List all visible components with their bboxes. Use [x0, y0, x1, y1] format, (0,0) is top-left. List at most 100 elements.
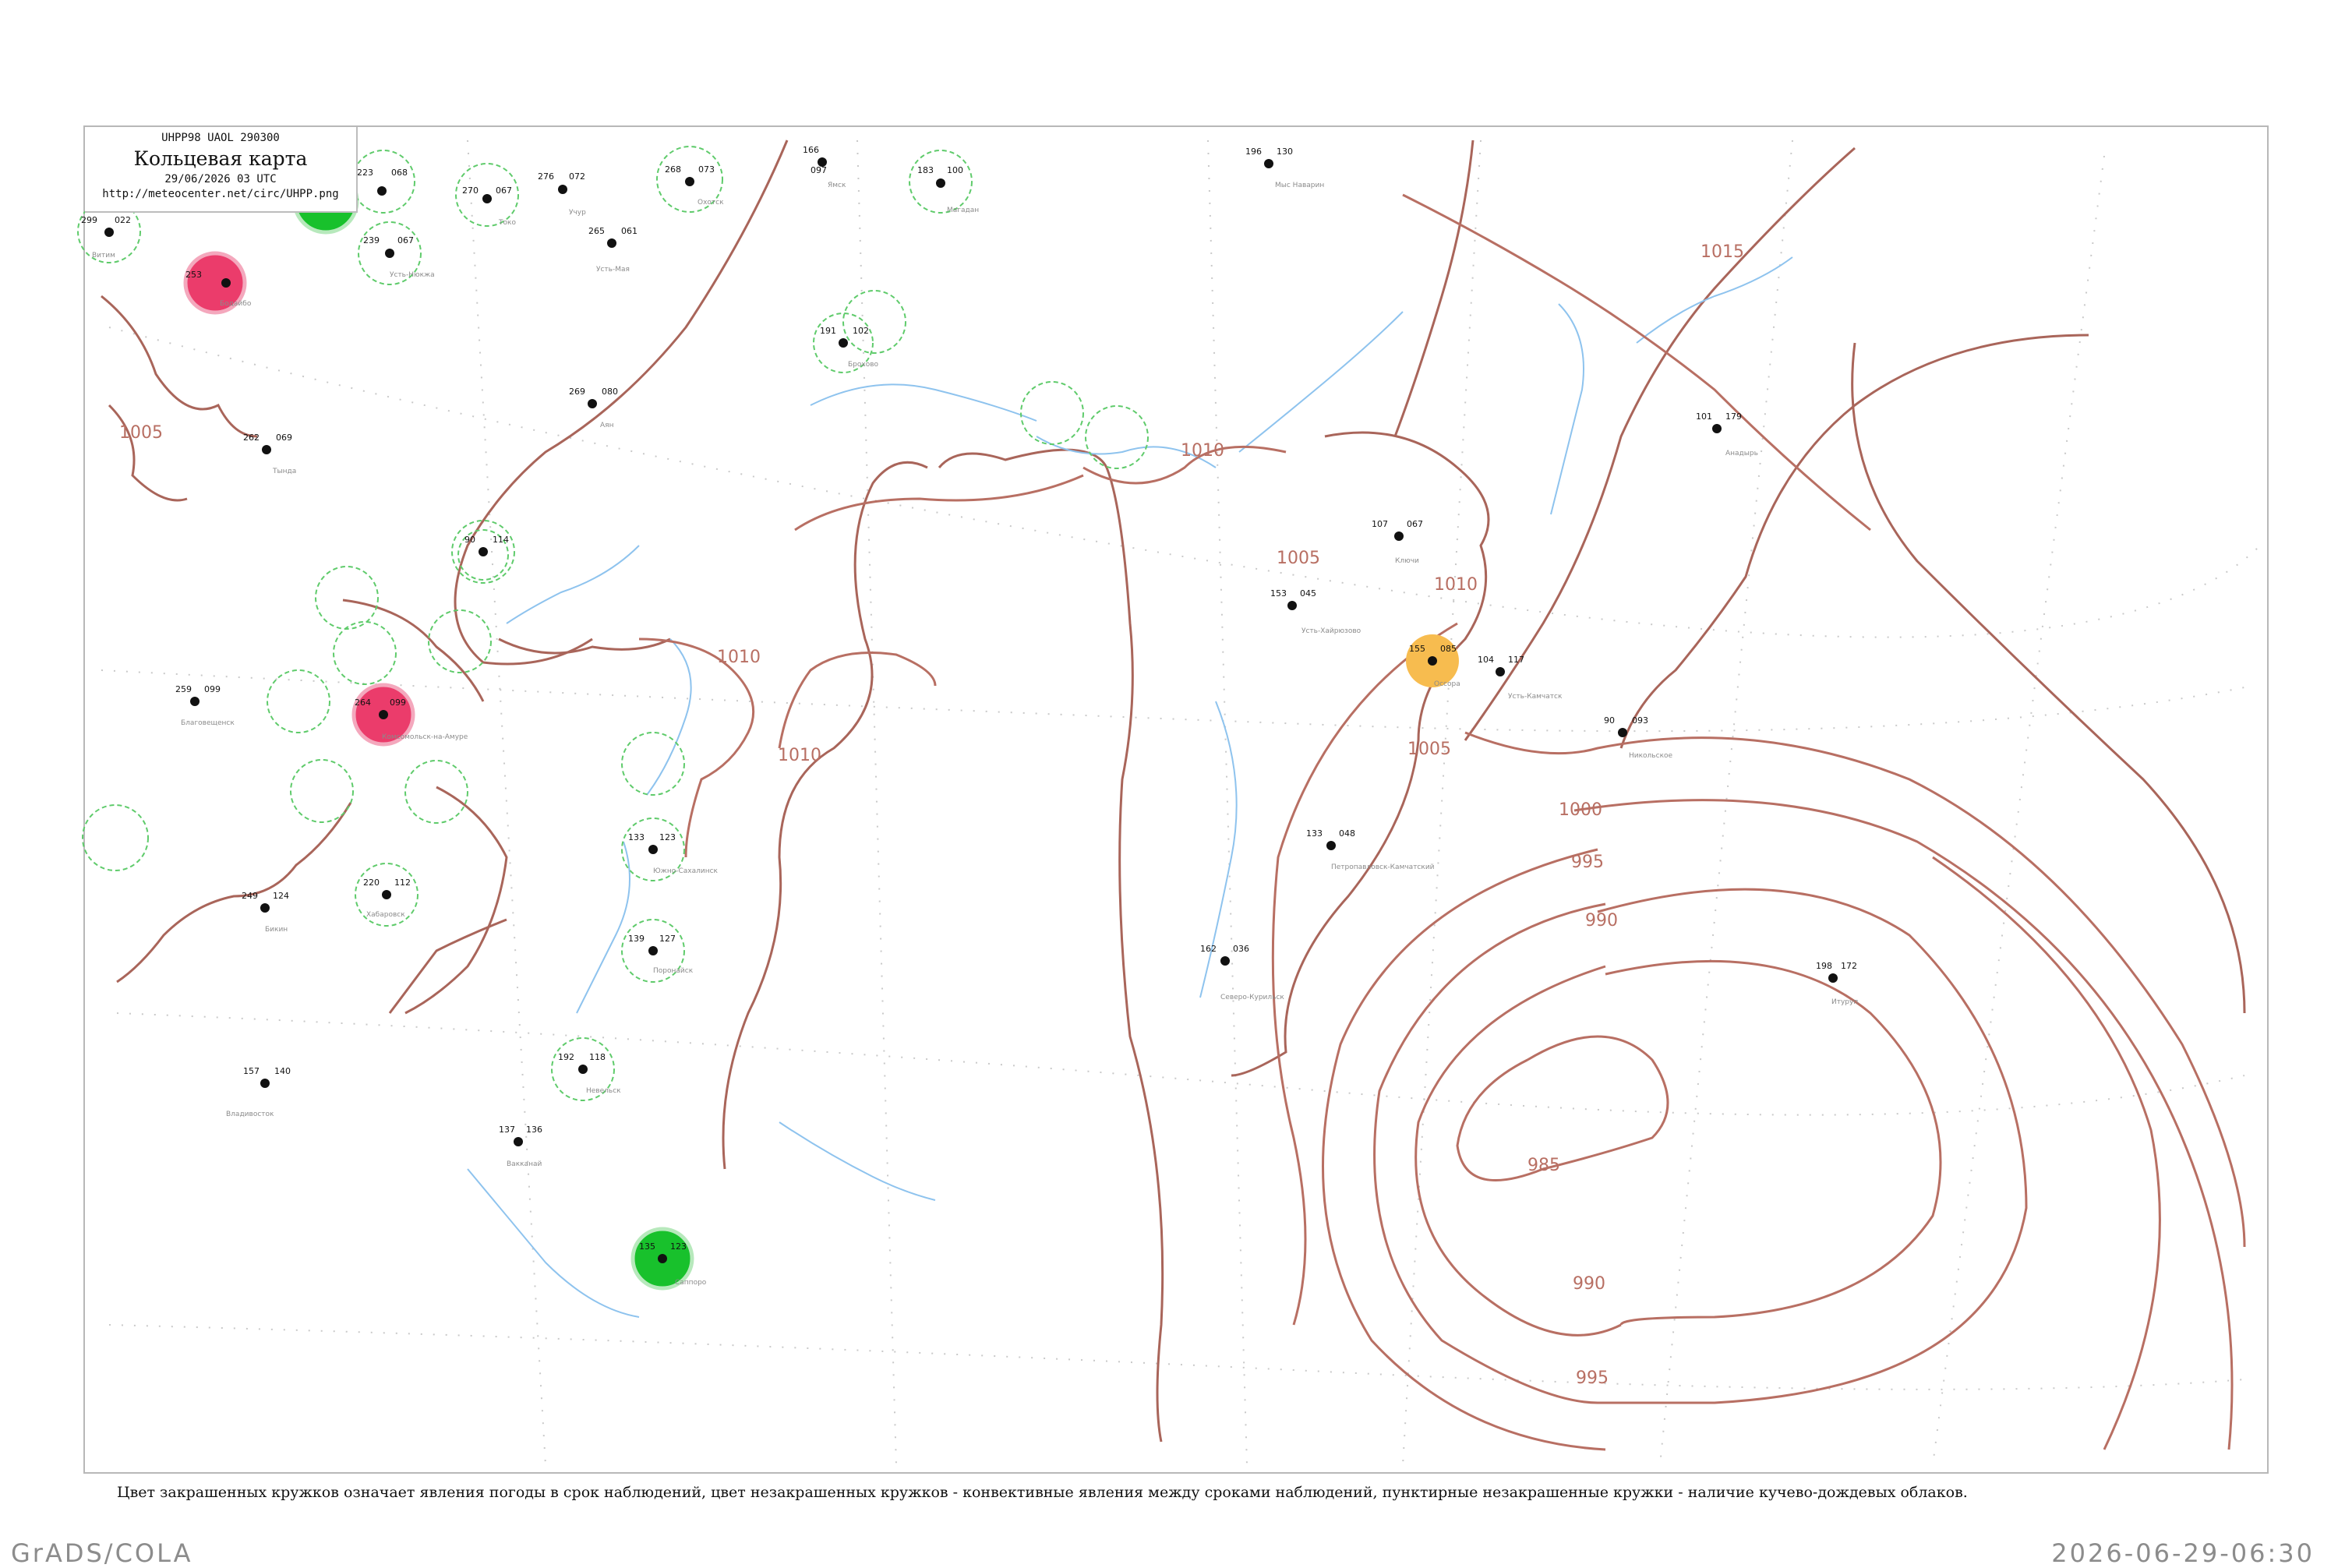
svg-text:239: 239	[363, 235, 380, 245]
station-plot[interactable]: 90 114	[464, 535, 509, 556]
isobar-label-995: 995	[1571, 853, 1604, 872]
svg-text:067: 067	[496, 185, 512, 196]
source-url[interactable]: http://meteocenter.net/circ/UHPP.png	[85, 188, 356, 200]
svg-text:Петропавловск-Камчатский: Петропавловск-Камчатский	[1331, 863, 1435, 871]
cb-ring[interactable]	[333, 621, 397, 685]
weather-markers	[183, 168, 1459, 1291]
station-plot[interactable]: 90 093 Никольское	[1604, 715, 1673, 760]
svg-text:Витим: Витим	[92, 252, 115, 260]
svg-text:Южно-Сахалинск: Южно-Сахалинск	[653, 867, 719, 875]
rivers	[467, 256, 1793, 1318]
svg-text:127: 127	[659, 934, 676, 944]
station-plot[interactable]: 137 136 Вакканай	[499, 1125, 542, 1168]
station-plot[interactable]: 276 072 Учур	[538, 171, 586, 217]
station-plot[interactable]: 191 102 Брохово	[820, 326, 879, 369]
cb-ring[interactable]	[404, 760, 468, 824]
svg-text:Тында: Тында	[272, 468, 296, 475]
svg-text:067: 067	[397, 235, 414, 245]
station-plot[interactable]: 299 022 Витим	[81, 215, 131, 260]
station-plot[interactable]: 268 073 Охотск	[665, 164, 724, 207]
isobar-label-1010: 1010	[717, 648, 761, 667]
svg-text:133: 133	[628, 832, 645, 842]
svg-text:Охотск: Охотск	[698, 199, 724, 207]
svg-text:099: 099	[390, 697, 406, 708]
svg-text:048: 048	[1339, 828, 1355, 839]
station-plot[interactable]: 133 123 Южно-Сахалинск	[628, 832, 719, 875]
svg-text:093: 093	[1632, 715, 1648, 726]
station-plot[interactable]: 262 069 Тында	[243, 433, 296, 475]
isobar-label-1015: 1015	[1701, 242, 1744, 262]
svg-text:166: 166	[803, 145, 819, 155]
footer-timestamp: 2026-06-29-06:30	[2051, 1538, 2315, 1568]
station-plot[interactable]: 220 112 Хабаровск	[363, 878, 411, 919]
svg-text:123: 123	[670, 1241, 687, 1252]
svg-text:045: 045	[1300, 588, 1316, 599]
station-plot[interactable]: 192 118 Невельск	[558, 1052, 621, 1095]
svg-text:196: 196	[1245, 147, 1262, 157]
svg-text:Вакканай: Вакканай	[507, 1160, 542, 1168]
map-date: 29/06/2026 03 UTC	[164, 173, 277, 185]
svg-text:253: 253	[185, 270, 202, 280]
station-plot[interactable]: 107 067 Ключи	[1372, 519, 1423, 565]
svg-text:101: 101	[1696, 411, 1712, 422]
cb-ring[interactable]	[290, 759, 354, 823]
svg-text:133: 133	[1306, 828, 1323, 839]
svg-text:Усть-Хайрюзово: Усть-Хайрюзово	[1301, 627, 1361, 635]
station-plot[interactable]: 239 067 Усть-Нюкжа	[363, 235, 435, 279]
svg-text:179: 179	[1725, 411, 1742, 422]
svg-text:085: 085	[1440, 644, 1457, 654]
svg-text:Ключи: Ключи	[1395, 557, 1419, 565]
isobar-label-1010: 1010	[1181, 441, 1224, 461]
svg-text:099: 099	[204, 684, 221, 694]
station-plot[interactable]: 166 097 Ямск	[803, 145, 846, 189]
svg-text:183: 183	[917, 165, 934, 175]
station-plot[interactable]: 157 140 Владивосток	[226, 1066, 291, 1118]
station-plot[interactable]: 265 061 Усть-Мая	[588, 226, 637, 274]
station-plot[interactable]: 196 130 Мыс Наварин	[1245, 147, 1324, 189]
cb-ring[interactable]	[351, 150, 415, 214]
svg-text:100: 100	[947, 165, 963, 175]
station-plot[interactable]: 133 048 Петропавловск-Камчатский	[1306, 828, 1435, 871]
cb-ring[interactable]	[842, 290, 906, 354]
svg-text:117: 117	[1508, 655, 1524, 665]
svg-text:124: 124	[273, 891, 289, 901]
svg-text:139: 139	[628, 934, 645, 944]
isobar-label-1005: 1005	[1407, 740, 1451, 759]
isobar-label-990: 990	[1585, 911, 1618, 931]
svg-text:Комсомольск-на-Амуре: Комсомольск-на-Амуре	[382, 733, 468, 741]
svg-text:191: 191	[820, 326, 836, 336]
cb-ring[interactable]	[1020, 381, 1084, 445]
map-title: Кольцевая карта	[133, 147, 308, 170]
svg-text:Аян: Аян	[600, 422, 614, 429]
cb-ring[interactable]	[428, 609, 492, 673]
station-plot[interactable]: 223 068	[357, 168, 408, 196]
svg-text:90: 90	[464, 535, 475, 545]
cb-ring[interactable]	[315, 566, 379, 630]
isobar-label-990: 990	[1573, 1274, 1605, 1294]
isobar-label-1010: 1010	[1434, 575, 1478, 595]
svg-text:073: 073	[698, 164, 715, 175]
cb-ring[interactable]	[82, 804, 149, 871]
bulletin-code: UHPP98 UAOL 290300	[161, 132, 280, 144]
svg-text:265: 265	[588, 226, 605, 236]
svg-text:061: 061	[621, 226, 637, 236]
svg-text:123: 123	[659, 832, 676, 842]
svg-text:140: 140	[274, 1066, 291, 1076]
svg-text:Поронайск: Поронайск	[653, 967, 694, 975]
station-plot[interactable]: 259 099 Благовещенск	[175, 684, 235, 727]
cb-ring[interactable]	[1085, 405, 1149, 469]
svg-text:155: 155	[1409, 644, 1425, 654]
svg-text:069: 069	[276, 433, 292, 443]
station-plot[interactable]: 153 045 Усть-Хайрюзово	[1270, 588, 1361, 635]
lat-lon-grid	[101, 139, 2261, 1466]
svg-text:Токо: Токо	[498, 219, 516, 227]
station-plot[interactable]: 249 124 Бикин	[242, 891, 289, 934]
station-plot[interactable]: 183 100 Магадан	[917, 165, 979, 214]
svg-text:262: 262	[243, 433, 260, 443]
station-plot[interactable]: 101 179 Анадырь	[1696, 411, 1758, 457]
station-plot[interactable]: 269 080 Аян	[569, 387, 618, 429]
station-plot[interactable]: 104 117 Усть-Камчатск	[1478, 655, 1563, 701]
svg-text:Усть-Камчатск: Усть-Камчатск	[1508, 693, 1563, 701]
isobar-label-1005: 1005	[1277, 549, 1320, 568]
svg-text:259: 259	[175, 684, 192, 694]
